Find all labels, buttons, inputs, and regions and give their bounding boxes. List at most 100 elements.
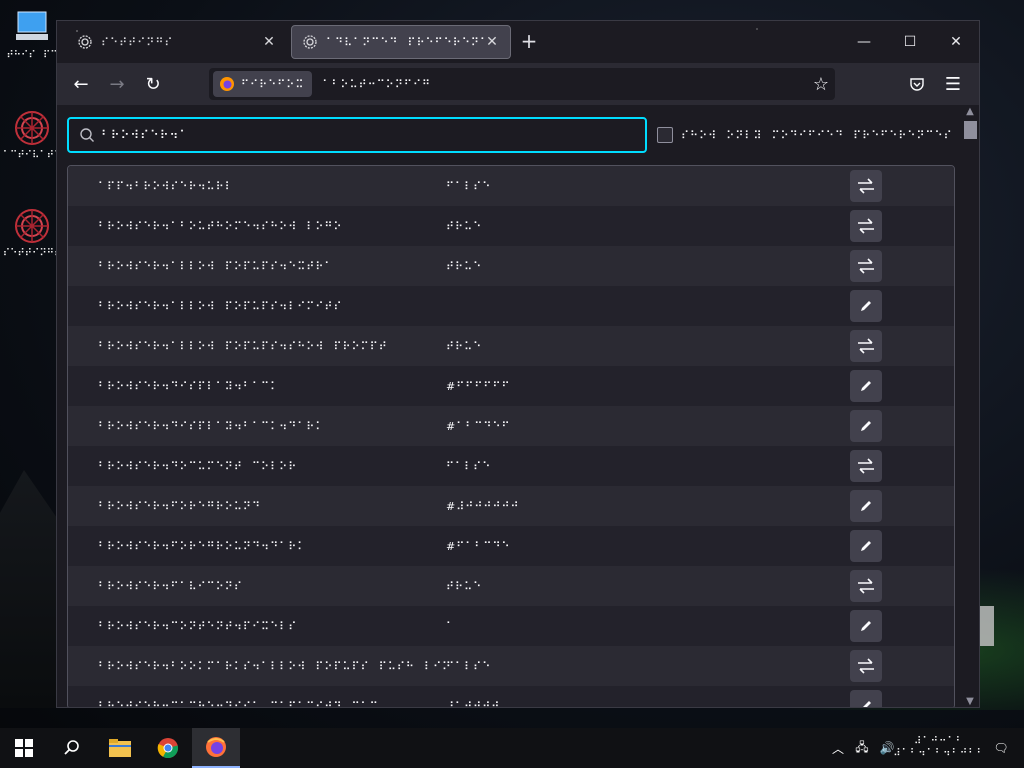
table-row[interactable]: ⠃⠗⠕⠺⠎⠑⠗⠲⠙⠊⠎⠏⠇⠁⠽⠲⠃⠁⠉⠅ #⠋⠋⠋⠋⠋⠋ bbox=[68, 366, 954, 406]
toggle-icon bbox=[858, 178, 874, 194]
table-row[interactable]: ⠃⠗⠕⠺⠎⠑⠗⠲⠉⠁⠉⠓⠑⠲⠙⠊⠎⠅⠀⠉⠁⠏⠁⠉⠊⠞⠽⠀⠍⠁⠭ ⠼⠁⠚⠚⠚⠚ bbox=[68, 686, 954, 708]
toggle-button[interactable] bbox=[850, 330, 882, 362]
scroll-up-icon[interactable]: ▲ bbox=[965, 107, 975, 117]
taskbar-clock[interactable]: ⠼⠁⠚⠒⠁⠃ ⠼⠁⠃⠲⠁⠃⠲⠃⠚⠃⠃ bbox=[893, 728, 984, 768]
mandala-app-icon bbox=[15, 111, 49, 145]
toolbar-right: ☰ bbox=[899, 68, 971, 100]
tab-settings[interactable]: ⠎⠑⠞⠞⠊⠝⠛⠎ ✕ bbox=[67, 25, 287, 59]
firefox-taskbar-button[interactable] bbox=[192, 728, 240, 768]
edit-button[interactable] bbox=[850, 690, 882, 707]
toggle-button[interactable] bbox=[850, 570, 882, 602]
preference-value: #⠁⠃⠉⠙⠑⠋ bbox=[446, 419, 511, 433]
notifications-icon[interactable]: 🗨 bbox=[978, 728, 1024, 768]
edit-pencil-icon bbox=[861, 501, 871, 511]
desktop-icon-label: ⠞⠓⠊⠎⠀⠏⠉ bbox=[6, 50, 58, 61]
system-tray: ︿ 🖧 🔊 ⠼⠁⠚⠒⠁⠃ ⠼⠁⠃⠲⠁⠃⠲⠃⠚⠃⠃ 🗨 bbox=[826, 728, 1024, 768]
url-text[interactable]: ⠁⠃⠕⠥⠞⠒⠉⠕⠝⠋⠊⠛ bbox=[322, 78, 812, 91]
show-modified-label: ⠎⠓⠕⠺⠀⠕⠝⠇⠽⠀⠍⠕⠙⠊⠋⠊⠑⠙⠀⠏⠗⠑⠋⠑⠗⠑⠝⠉⠑⠎ bbox=[681, 128, 953, 142]
forward-arrow-icon[interactable]: → bbox=[101, 68, 133, 100]
preference-search-box[interactable] bbox=[67, 117, 647, 153]
scrollbar-thumb[interactable] bbox=[964, 121, 977, 139]
file-explorer-button[interactable] bbox=[96, 728, 144, 768]
recycle-bin-icon[interactable] bbox=[980, 606, 994, 646]
edit-pencil-icon bbox=[861, 421, 871, 431]
desktop-icon-settings[interactable]: ⠎⠑⠞⠞⠊⠝⠛⠎ bbox=[3, 206, 61, 259]
close-tab-icon[interactable]: ✕ bbox=[261, 34, 277, 50]
navigation-toolbar: ← → ↻ ⠋⠊⠗⠑⠋⠕⠭ ⠁⠃⠕⠥⠞⠒⠉⠕⠝⠋⠊⠛ ☆ ☰ bbox=[57, 63, 979, 105]
toggle-icon bbox=[858, 578, 874, 594]
page-scrollbar[interactable]: ▲ ▼ bbox=[961, 105, 979, 707]
toggle-button[interactable] bbox=[850, 210, 882, 242]
preference-name: ⠃⠗⠕⠺⠎⠑⠗⠲⠁⠇⠇⠕⠺⠀⠏⠕⠏⠥⠏⠎⠲⠎⠓⠕⠺⠀⠏⠗⠕⠍⠏⠞ bbox=[98, 339, 388, 353]
table-row[interactable]: ⠃⠗⠕⠺⠎⠑⠗⠲⠁⠇⠇⠕⠺⠀⠏⠕⠏⠥⠏⠎⠲⠑⠭⠞⠗⠁ ⠞⠗⠥⠑ bbox=[68, 246, 954, 286]
pocket-icon[interactable] bbox=[899, 68, 935, 100]
back-arrow-icon[interactable]: ← bbox=[65, 68, 97, 100]
about-config-page: ⠎⠓⠕⠺⠀⠕⠝⠇⠽⠀⠍⠕⠙⠊⠋⠊⠑⠙⠀⠏⠗⠑⠋⠑⠗⠑⠝⠉⠑⠎ ⠁⠏⠏⠲⠃⠗⠕⠺⠎… bbox=[57, 105, 979, 708]
edit-button[interactable] bbox=[850, 490, 882, 522]
table-row[interactable]: ⠃⠗⠕⠺⠎⠑⠗⠲⠋⠕⠗⠑⠛⠗⠕⠥⠝⠙ #⠼⠚⠚⠚⠚⠚⠚ bbox=[68, 486, 954, 526]
reload-icon[interactable]: ↻ bbox=[137, 68, 169, 100]
clock-time: ⠼⠁⠚⠒⠁⠃ bbox=[914, 736, 964, 747]
table-row[interactable]: ⠃⠗⠕⠺⠎⠑⠗⠲⠁⠇⠇⠕⠺⠀⠏⠕⠏⠥⠏⠎⠲⠇⠊⠍⠊⠞⠎ bbox=[68, 286, 954, 326]
desktop-icon-activate[interactable]: ⠁⠉⠞⠊⠧⠁⠞⠑ bbox=[3, 108, 61, 161]
show-hidden-icons-chevron-icon[interactable]: ︿ bbox=[826, 728, 850, 768]
url-bar[interactable]: ⠋⠊⠗⠑⠋⠕⠭ ⠁⠃⠕⠥⠞⠒⠉⠕⠝⠋⠊⠛ ☆ bbox=[209, 68, 835, 100]
edit-button[interactable] bbox=[850, 610, 882, 642]
tab-advanced-preferences[interactable]: ⠁⠙⠧⠁⠝⠉⠑⠙⠀⠏⠗⠑⠋⠑⠗⠑⠝⠉⠑⠎ ✕ bbox=[291, 25, 511, 59]
table-row[interactable]: ⠃⠗⠕⠺⠎⠑⠗⠲⠉⠕⠝⠞⠑⠝⠞⠲⠏⠊⠭⠑⠇⠎ ⠁ bbox=[68, 606, 954, 646]
preferences-table: ⠁⠏⠏⠲⠃⠗⠕⠺⠎⠑⠗⠲⠥⠗⠇ ⠋⠁⠇⠎⠑ ⠃⠗⠕⠺⠎⠑⠗⠲⠁⠃⠕⠥⠞⠓⠕⠍⠑⠲⠎⠓… bbox=[67, 165, 955, 708]
table-row[interactable]: ⠃⠗⠕⠺⠎⠑⠗⠲⠙⠕⠉⠥⠍⠑⠝⠞⠀⠉⠕⠇⠕⠗ ⠋⠁⠇⠎⠑ bbox=[68, 446, 954, 486]
search-taskbar-button[interactable] bbox=[48, 728, 96, 768]
tab-title: ⠎⠑⠞⠞⠊⠝⠛⠎ bbox=[101, 35, 174, 49]
tab-title: ⠁⠙⠧⠁⠝⠉⠑⠙⠀⠏⠗⠑⠋⠑⠗⠑⠝⠉⠑⠎ bbox=[326, 35, 484, 49]
maximize-icon[interactable]: ☐ bbox=[887, 21, 933, 63]
identity-box[interactable]: ⠋⠊⠗⠑⠋⠕⠭ bbox=[213, 71, 313, 97]
toggle-icon bbox=[858, 658, 874, 674]
preference-name: ⠁⠏⠏⠲⠃⠗⠕⠺⠎⠑⠗⠲⠥⠗⠇ bbox=[98, 179, 234, 193]
identity-label: ⠋⠊⠗⠑⠋⠕⠭ bbox=[241, 77, 305, 91]
desktop-icon-this-pc[interactable]: ⠞⠓⠊⠎⠀⠏⠉ bbox=[6, 8, 58, 61]
preference-value: ⠞⠗⠥⠑ bbox=[446, 579, 483, 593]
search-input[interactable] bbox=[101, 128, 621, 142]
table-row[interactable]: ⠃⠗⠕⠺⠎⠑⠗⠲⠃⠕⠕⠅⠍⠁⠗⠅⠎⠲⠁⠇⠇⠕⠺⠀⠏⠕⠏⠥⠏⠎⠀⠏⠥⠎⠓⠀⠇⠊⠝ ⠋… bbox=[68, 646, 954, 686]
toggle-icon bbox=[858, 218, 874, 234]
desktop-mountain bbox=[0, 470, 60, 708]
chrome-button[interactable] bbox=[144, 728, 192, 768]
edit-button[interactable] bbox=[850, 290, 882, 322]
computer-icon bbox=[16, 11, 48, 40]
edit-pencil-icon bbox=[861, 381, 871, 391]
toggle-button[interactable] bbox=[850, 250, 882, 282]
toggle-button[interactable] bbox=[850, 170, 882, 202]
edit-pencil-icon bbox=[861, 541, 871, 551]
toggle-button[interactable] bbox=[850, 450, 882, 482]
edit-button[interactable] bbox=[850, 370, 882, 402]
menu-hamburger-icon[interactable]: ☰ bbox=[935, 68, 971, 100]
close-window-icon[interactable]: ✕ bbox=[933, 21, 979, 63]
minimize-icon[interactable]: — bbox=[841, 21, 887, 63]
table-row[interactable]: ⠁⠏⠏⠲⠃⠗⠕⠺⠎⠑⠗⠲⠥⠗⠇ ⠋⠁⠇⠎⠑ bbox=[68, 166, 954, 206]
edit-button[interactable] bbox=[850, 530, 882, 562]
new-tab-button[interactable]: + bbox=[515, 28, 543, 56]
preference-name: ⠃⠗⠕⠺⠎⠑⠗⠲⠙⠕⠉⠥⠍⠑⠝⠞⠀⠉⠕⠇⠕⠗ bbox=[98, 459, 298, 473]
bookmark-star-icon[interactable]: ☆ bbox=[813, 74, 829, 95]
tab-strip: ⠎⠑⠞⠞⠊⠝⠛⠎ ✕ ⠁⠙⠧⠁⠝⠉⠑⠙⠀⠏⠗⠑⠋⠑⠗⠑⠝⠉⠑⠎ ✕ + — ☐ … bbox=[57, 21, 979, 63]
preference-name: ⠃⠗⠕⠺⠎⠑⠗⠲⠉⠁⠉⠓⠑⠲⠙⠊⠎⠅⠀⠉⠁⠏⠁⠉⠊⠞⠽⠀⠍⠁⠭ bbox=[98, 699, 379, 708]
mandala-app-icon bbox=[15, 209, 49, 243]
edit-button[interactable] bbox=[850, 410, 882, 442]
toggle-button[interactable] bbox=[850, 650, 882, 682]
gear-icon bbox=[78, 35, 92, 49]
table-row[interactable]: ⠃⠗⠕⠺⠎⠑⠗⠲⠙⠊⠎⠏⠇⠁⠽⠲⠃⠁⠉⠅⠲⠙⠁⠗⠅ #⠁⠃⠉⠙⠑⠋ bbox=[68, 406, 954, 446]
windows-logo-icon bbox=[15, 739, 33, 757]
network-icon[interactable]: 🖧 bbox=[850, 728, 874, 768]
taskbar: ︿ 🖧 🔊 ⠼⠁⠚⠒⠁⠃ ⠼⠁⠃⠲⠁⠃⠲⠃⠚⠃⠃ 🗨 bbox=[0, 728, 1024, 768]
table-row[interactable]: ⠃⠗⠕⠺⠎⠑⠗⠲⠋⠕⠗⠑⠛⠗⠕⠥⠝⠙⠲⠙⠁⠗⠅ #⠋⠁⠃⠉⠙⠑ bbox=[68, 526, 954, 566]
table-row[interactable]: ⠃⠗⠕⠺⠎⠑⠗⠲⠋⠁⠧⠊⠉⠕⠝⠎ ⠞⠗⠥⠑ bbox=[68, 566, 954, 606]
table-row[interactable]: ⠃⠗⠕⠺⠎⠑⠗⠲⠁⠇⠇⠕⠺⠀⠏⠕⠏⠥⠏⠎⠲⠎⠓⠕⠺⠀⠏⠗⠕⠍⠏⠞ ⠞⠗⠥⠑ bbox=[68, 326, 954, 366]
start-button[interactable] bbox=[0, 728, 48, 768]
show-modified-checkbox[interactable] bbox=[657, 127, 673, 143]
table-row[interactable]: ⠃⠗⠕⠺⠎⠑⠗⠲⠁⠃⠕⠥⠞⠓⠕⠍⠑⠲⠎⠓⠕⠺⠀⠇⠕⠛⠕ ⠞⠗⠥⠑ bbox=[68, 206, 954, 246]
toggle-icon bbox=[858, 338, 874, 354]
close-tab-icon[interactable]: ✕ bbox=[484, 34, 500, 50]
scroll-down-icon[interactable]: ▼ bbox=[965, 697, 975, 707]
show-modified-toggle[interactable]: ⠎⠓⠕⠺⠀⠕⠝⠇⠽⠀⠍⠕⠙⠊⠋⠊⠑⠙⠀⠏⠗⠑⠋⠑⠗⠑⠝⠉⠑⠎ bbox=[657, 127, 953, 143]
